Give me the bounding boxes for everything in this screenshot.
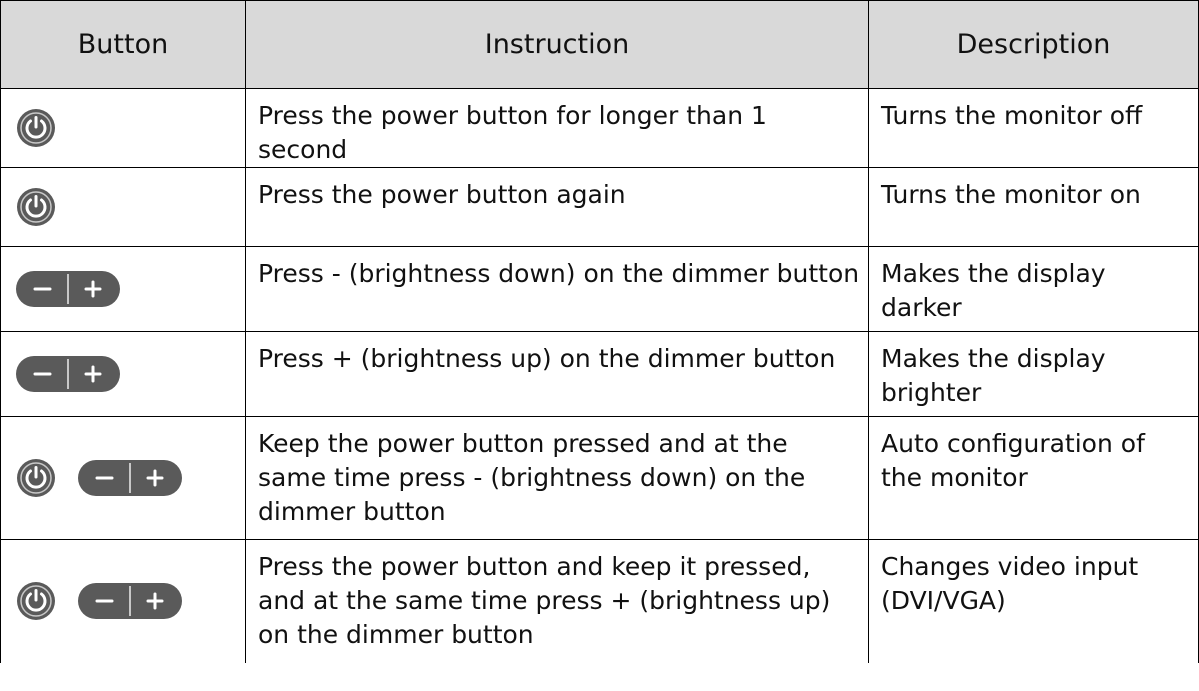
description-cell: Makes the display brighter [868, 331, 1199, 417]
description-cell: Turns the monitor off [868, 88, 1199, 168]
description-cell: Makes the display darker [868, 246, 1199, 332]
power-button-icon [15, 580, 57, 622]
power-button-icon [15, 457, 57, 499]
button-cell [0, 416, 246, 540]
instruction-cell: Press the power button and keep it press… [245, 539, 869, 663]
icon-group [15, 269, 245, 309]
dimmer-button-icon [77, 581, 183, 621]
description-cell: Auto configuration of the monitor [868, 416, 1199, 540]
header-instruction: Instruction [245, 0, 869, 89]
description-cell: Changes video input (DVI/VGA) [868, 539, 1199, 663]
table-row: Press the power button again Turns the m… [0, 167, 1199, 247]
instruction-cell: Keep the power button pressed and at the… [245, 416, 869, 540]
table-body: Press the power button for longer than 1… [0, 88, 1199, 663]
instruction-cell: Press the power button for longer than 1… [245, 88, 869, 168]
table-row: Press - (brightness down) on the dimmer … [0, 246, 1199, 332]
table-row: Press the power button for longer than 1… [0, 88, 1199, 168]
instruction-cell: Press - (brightness down) on the dimmer … [245, 246, 869, 332]
button-cell [0, 331, 246, 417]
dimmer-button-icon [15, 269, 121, 309]
button-cell [0, 539, 246, 663]
dimmer-button-icon [77, 458, 183, 498]
button-cell [0, 246, 246, 332]
table-header: Button Instruction Description [0, 0, 1199, 89]
icon-group [15, 580, 245, 622]
header-description: Description [868, 0, 1199, 89]
power-button-icon [15, 107, 57, 149]
dimmer-button-icon [15, 354, 121, 394]
button-cell [0, 167, 246, 247]
table-row: Press the power button and keep it press… [0, 539, 1199, 663]
description-cell: Turns the monitor on [868, 167, 1199, 247]
icon-group [15, 186, 245, 228]
button-functions-table: Button Instruction Description Press the… [0, 0, 1199, 663]
instruction-cell: Press the power button again [245, 167, 869, 247]
icon-group [15, 457, 245, 499]
power-button-icon [15, 186, 57, 228]
instruction-cell: Press + (brightness up) on the dimmer bu… [245, 331, 869, 417]
icon-group [15, 354, 245, 394]
table-row: Press + (brightness up) on the dimmer bu… [0, 331, 1199, 417]
header-row: Button Instruction Description [0, 0, 1199, 89]
button-cell [0, 88, 246, 168]
table-row: Keep the power button pressed and at the… [0, 416, 1199, 540]
icon-group [15, 107, 245, 149]
header-button: Button [0, 0, 246, 89]
